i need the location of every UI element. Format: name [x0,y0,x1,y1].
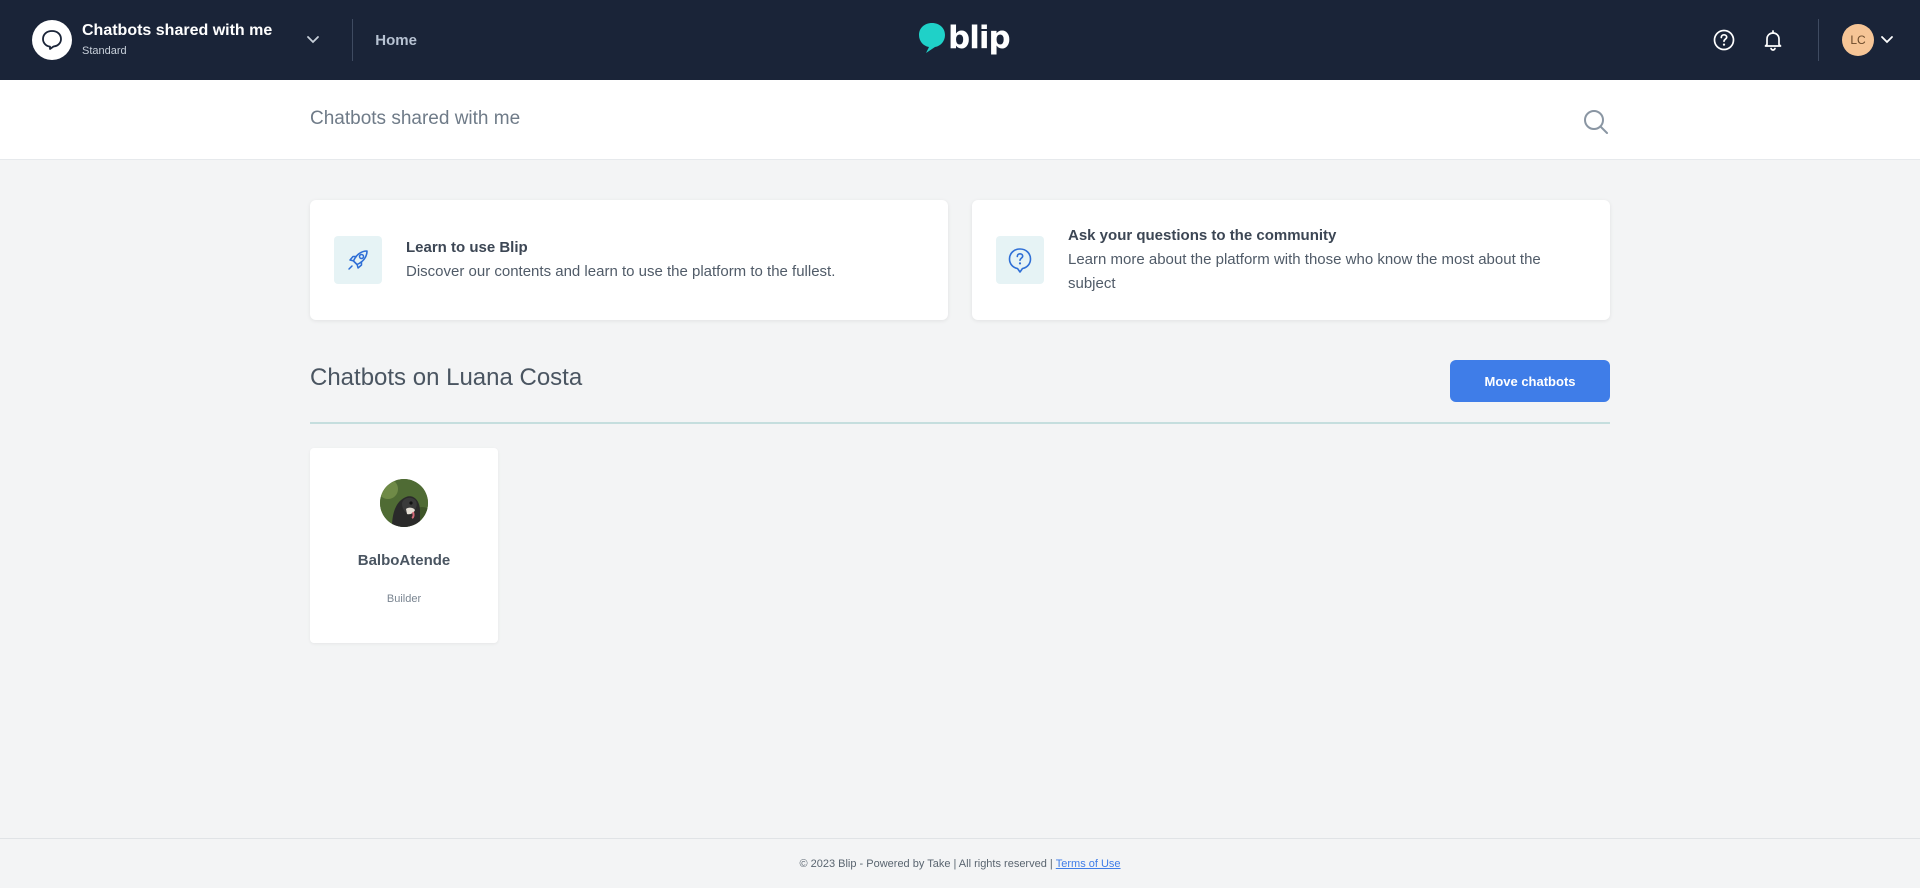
user-menu[interactable]: LC [1842,24,1894,56]
tenant-name: Chatbots shared with me [82,22,273,39]
move-chatbots-button[interactable]: Move chatbots [1450,360,1610,402]
bell-icon[interactable] [1759,26,1787,54]
terms-of-use-link[interactable]: Terms of Use [1056,858,1121,870]
user-avatar: LC [1842,24,1874,56]
help-icon[interactable] [1710,26,1738,54]
card-description: Learn more about the platform with those… [1068,251,1541,292]
bot-name: BalboAtende [357,552,451,569]
nav-home-link[interactable]: Home [375,32,417,49]
card-title: Learn to use Blip [406,239,528,256]
card-title: Ask your questions to the community [1068,227,1337,244]
chevron-down-icon[interactable] [306,35,320,45]
learn-blip-card[interactable]: Learn to use Blip Discover our contents … [310,200,948,320]
top-navbar: Chatbots shared with me Standard Home bl… [0,0,1920,80]
footer: © 2023 Blip - Powered by Take | All righ… [0,838,1920,888]
page-title: Chatbots shared with me [310,108,521,129]
chatbot-card[interactable]: BalboAtende Builder [310,448,498,643]
bot-role: Builder [386,593,422,605]
search-icon[interactable] [1581,107,1611,137]
tenant-selector[interactable]: Chatbots shared with me Standard [32,20,320,60]
card-description: Discover our contents and learn to use t… [406,263,836,280]
ask-community-card[interactable]: Ask your questions to the community Lear… [972,200,1610,320]
section-title: Chatbots on Luana Costa [310,364,583,391]
chevron-down-icon [1880,35,1894,45]
question-bubble-icon [996,236,1044,284]
tenant-avatar [32,20,72,60]
chat-bubble-icon [42,30,62,50]
nav-divider [352,19,354,61]
blip-logo-icon [919,23,945,53]
footer-text: © 2023 Blip - Powered by Take | All righ… [799,857,1053,870]
nav-divider-right [1818,19,1819,61]
page-header: Chatbots shared with me [0,80,1920,160]
section-divider [310,422,1610,424]
rocket-icon [334,236,382,284]
tenant-plan: Standard [82,45,127,57]
blip-logo[interactable]: blip [918,20,1011,56]
logo-text: blip [948,20,1011,56]
bot-avatar [380,479,428,527]
